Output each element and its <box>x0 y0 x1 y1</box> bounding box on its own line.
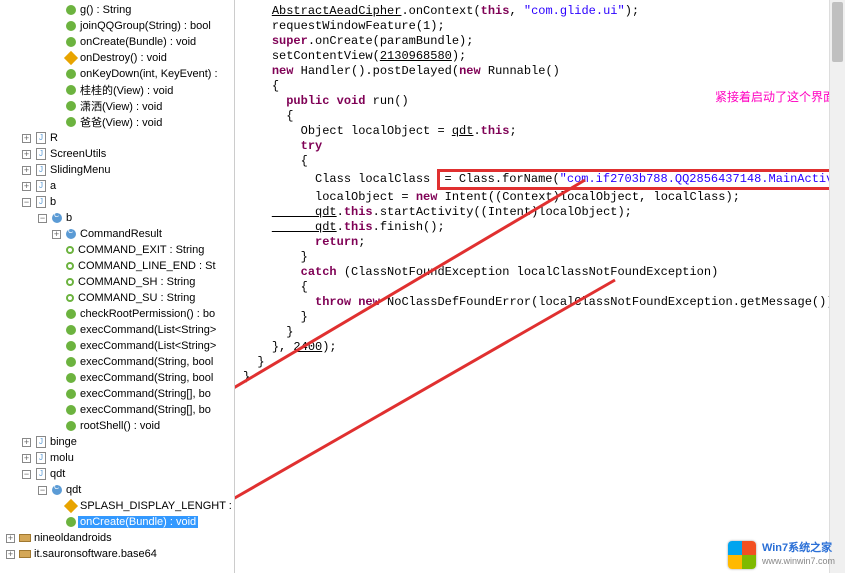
tree-nineold[interactable]: nineoldandroids <box>32 532 114 544</box>
field-icon <box>66 262 74 270</box>
collapse-icon[interactable]: − <box>38 486 47 495</box>
tree-oncreate-selected[interactable]: onCreate(Bundle) : void <box>78 516 198 528</box>
class-icon <box>52 213 62 223</box>
tree-class-slidingmenu[interactable]: SlidingMenu <box>48 164 113 176</box>
tree-exec3[interactable]: execCommand(String, bool <box>78 356 215 368</box>
method-icon <box>66 357 76 367</box>
tree-field-su[interactable]: COMMAND_SU : String <box>76 292 197 304</box>
tree-molu[interactable]: molu <box>48 452 76 464</box>
method-icon <box>66 85 76 95</box>
java-file-icon <box>36 180 46 192</box>
tree-method-cn1[interactable]: 桂桂的(View) : void <box>78 82 175 98</box>
tree-method-oncreate[interactable]: onCreate(Bundle) : void <box>78 36 198 48</box>
collapse-icon[interactable]: − <box>38 214 47 223</box>
tree-method-ondestroy[interactable]: onDestroy() : void <box>78 52 169 64</box>
method-protected-icon <box>64 51 78 65</box>
java-file-icon <box>36 132 46 144</box>
tree-checkroot[interactable]: checkRootPermission() : bo <box>78 308 217 320</box>
field-icon <box>66 278 74 286</box>
watermark: Win7系统之家 www.winwin7.com <box>728 541 835 569</box>
tree-class-r[interactable]: R <box>48 132 60 144</box>
java-file-icon <box>36 452 46 464</box>
vertical-scrollbar[interactable] <box>829 0 845 573</box>
tree-qdt[interactable]: qdt <box>48 468 67 480</box>
method-icon <box>66 421 76 431</box>
tree-method-cn3[interactable]: 爸爸(View) : void <box>78 114 164 130</box>
class-icon <box>66 229 76 239</box>
tree-splash[interactable]: SPLASH_DISPLAY_LENGHT : <box>78 500 234 512</box>
method-icon <box>66 405 76 415</box>
tree-class-screenutils[interactable]: ScreenUtils <box>48 148 108 160</box>
expand-icon[interactable]: + <box>6 550 15 559</box>
java-file-icon <box>36 148 46 160</box>
expand-icon[interactable]: + <box>52 230 61 239</box>
tree-binge[interactable]: binge <box>48 436 79 448</box>
tree-field-lineend[interactable]: COMMAND_LINE_END : St <box>76 260 218 272</box>
method-icon <box>66 325 76 335</box>
class-icon <box>52 485 62 495</box>
method-icon <box>66 373 76 383</box>
method-icon <box>66 389 76 399</box>
source-code[interactable]: AbstractAeadCipher.onContext(this, "com.… <box>243 4 837 385</box>
method-icon <box>66 101 76 111</box>
method-icon <box>66 69 76 79</box>
package-explorer-tree[interactable]: g() : String joinQQGroup(String) : bool … <box>0 0 235 573</box>
highlighted-classforname: = Class.forName("com.if2703b788.QQ285643… <box>437 169 845 190</box>
expand-icon[interactable]: + <box>22 150 31 159</box>
collapse-icon[interactable]: − <box>22 470 31 479</box>
java-file-icon <box>36 164 46 176</box>
method-icon <box>66 309 76 319</box>
expand-icon[interactable]: + <box>22 182 31 191</box>
annotation-text: 紧接着启动了这个界面 <box>715 88 835 105</box>
scrollbar-thumb[interactable] <box>832 2 843 62</box>
tree-exec5[interactable]: execCommand(String[], bo <box>78 388 213 400</box>
tree-rootshell[interactable]: rootShell() : void <box>78 420 162 432</box>
tree-exec6[interactable]: execCommand(String[], bo <box>78 404 213 416</box>
tree-class-b[interactable]: b <box>48 196 58 208</box>
expand-icon[interactable]: + <box>22 134 31 143</box>
tree-field-exit[interactable]: COMMAND_EXIT : String <box>76 244 206 256</box>
field-icon <box>66 246 74 254</box>
tree-sauron[interactable]: it.sauronsoftware.base64 <box>32 548 159 560</box>
watermark-logo-icon <box>728 541 756 569</box>
method-icon <box>66 21 76 31</box>
expand-icon[interactable]: + <box>22 166 31 175</box>
method-icon <box>66 5 76 15</box>
collapse-icon[interactable]: − <box>22 198 31 207</box>
method-icon <box>66 517 76 527</box>
method-icon <box>66 117 76 127</box>
java-file-icon <box>36 436 46 448</box>
method-icon <box>66 341 76 351</box>
tree-method-joinqq[interactable]: joinQQGroup(String) : bool <box>78 20 213 32</box>
java-file-icon <box>36 196 46 208</box>
tree-qdt-class[interactable]: qdt <box>64 484 83 496</box>
package-icon <box>19 550 31 558</box>
package-icon <box>19 534 31 542</box>
tree-innerclass-b[interactable]: b <box>64 212 74 224</box>
method-icon <box>66 37 76 47</box>
java-file-icon <box>36 468 46 480</box>
tree-method-onkeydown[interactable]: onKeyDown(int, KeyEvent) : <box>78 68 220 80</box>
tree-method-g[interactable]: g() : String <box>78 4 133 16</box>
field-icon <box>66 294 74 302</box>
tree-method-cn2[interactable]: 潇洒(View) : void <box>78 98 164 114</box>
expand-icon[interactable]: + <box>22 454 31 463</box>
watermark-title: Win7系统之家 <box>762 542 835 555</box>
expand-icon[interactable]: + <box>22 438 31 447</box>
tree-exec1[interactable]: execCommand(List<String> <box>78 324 218 336</box>
expand-icon[interactable]: + <box>6 534 15 543</box>
code-editor[interactable]: AbstractAeadCipher.onContext(this, "com.… <box>235 0 845 573</box>
tree-exec4[interactable]: execCommand(String, bool <box>78 372 215 384</box>
watermark-url: www.winwin7.com <box>762 555 835 568</box>
tree-exec2[interactable]: execCommand(List<String> <box>78 340 218 352</box>
tree-class-a[interactable]: a <box>48 180 58 192</box>
tree-commandresult[interactable]: CommandResult <box>78 228 164 240</box>
tree-field-sh[interactable]: COMMAND_SH : String <box>76 276 197 288</box>
field-static-icon <box>64 499 78 513</box>
